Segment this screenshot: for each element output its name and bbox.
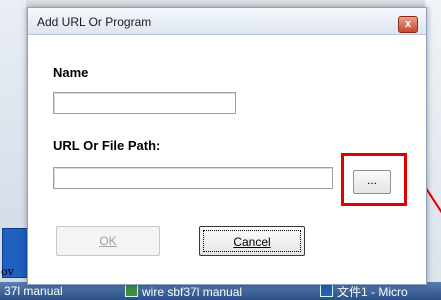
- cancel-button[interactable]: Cancel: [199, 226, 305, 256]
- path-field-box: [53, 167, 333, 189]
- background-window-right: [425, 0, 441, 300]
- taskbar-item-1[interactable]: 37l manual: [4, 284, 104, 298]
- name-input[interactable]: [54, 93, 235, 113]
- browse-button[interactable]: ...: [353, 170, 391, 194]
- word-icon: [320, 284, 333, 297]
- path-input[interactable]: [54, 168, 332, 188]
- add-url-dialog: Add URL Or Program x Name URL Or File Pa…: [27, 7, 427, 285]
- path-label: URL Or File Path:: [53, 138, 161, 153]
- ok-button-label: OK: [99, 234, 117, 248]
- taskbar-item-label: 37l manual: [4, 284, 63, 298]
- taskbar-item-label: 文件1 - Micro: [337, 285, 408, 298]
- close-icon: x: [404, 18, 412, 30]
- dialog-titlebar[interactable]: Add URL Or Program x: [28, 8, 426, 35]
- cancel-focus-ring: Cancel: [203, 230, 301, 252]
- dialog-title: Add URL Or Program: [37, 15, 152, 29]
- name-label: Name: [53, 65, 89, 80]
- ok-button[interactable]: OK: [56, 226, 160, 256]
- background-text-fragment: ov: [1, 265, 14, 278]
- taskbar-item-3[interactable]: 文件1 - Micro: [320, 284, 441, 298]
- cancel-button-label: Cancel: [233, 235, 271, 249]
- excel-icon: [125, 284, 138, 297]
- name-field-box: [53, 92, 236, 114]
- taskbar-item-2[interactable]: wire sbf37l manual: [125, 284, 295, 298]
- close-button[interactable]: x: [398, 16, 418, 33]
- taskbar-item-label: wire sbf37l manual: [142, 285, 243, 298]
